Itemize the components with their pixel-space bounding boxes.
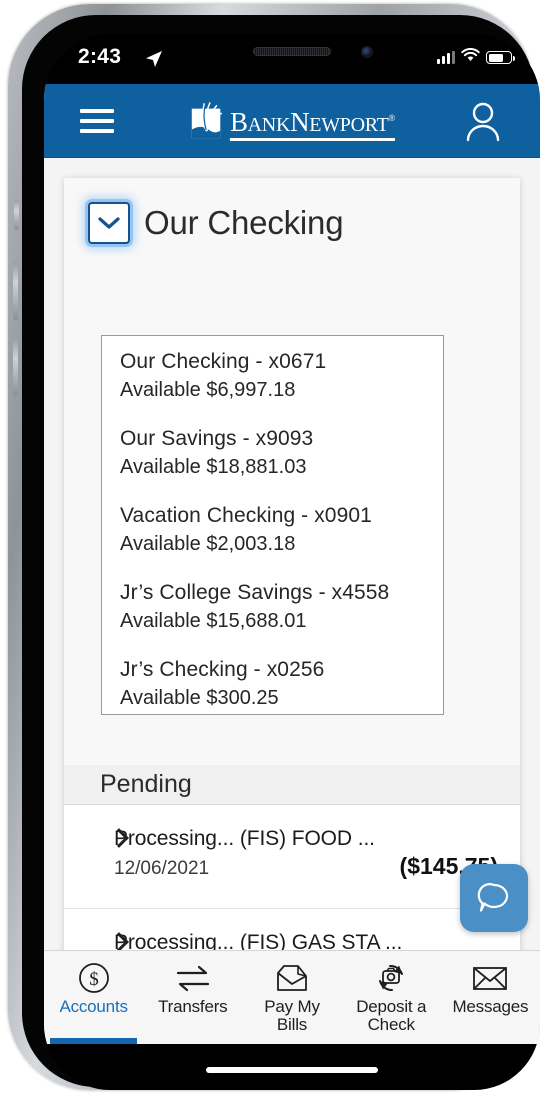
list-item[interactable]: Jr’s Checking - x0256 Available $300.25 [120,658,443,710]
account-dropdown-list[interactable]: Our Checking - x0671 Available $6,997.18… [101,335,444,715]
volume-up-button[interactable] [13,262,18,320]
banknewport-logo: BANKNEWPORT® [189,101,395,141]
account-available: Available $300.25 [120,687,279,709]
envelope-icon [471,960,509,996]
tab-pay-my-bills[interactable]: Pay My Bills [242,951,341,1044]
user-profile-icon[interactable] [460,98,506,144]
logo-word: BANKNEWPORT® [229,106,396,137]
dollar-circle-icon: $ [77,960,111,996]
list-item[interactable]: Our Savings - x9093 Available $18,881.03 [120,427,443,479]
status-time: 2:43 [78,45,122,68]
logo-wordmark: BANKNEWPORT® [229,106,396,141]
home-indicator[interactable] [206,1067,378,1073]
svg-text:$: $ [89,969,99,990]
account-available: Available $2,003.18 [120,533,296,555]
envelope-check-icon [274,960,310,996]
bottom-tab-bar: $ Accounts Transfers Pay My Bills Deposi… [44,950,540,1044]
tab-messages[interactable]: Messages [441,951,540,1044]
volume-down-button[interactable] [13,338,18,396]
earpiece-speaker-icon [253,47,331,56]
account-name: Jr’s Checking - x0256 [120,658,325,681]
tab-label: Accounts [59,997,128,1016]
tab-label: Transfers [158,997,228,1016]
hamburger-menu-icon[interactable] [80,108,114,133]
tab-accounts[interactable]: $ Accounts [44,951,143,1044]
phone-frame: 2:43 BANKNEWPORT® Our Checking Pending P… [8,4,540,1090]
screenshot-stage: 2:43 BANKNEWPORT® Our Checking Pending P… [0,0,540,1094]
account-name: Vacation Checking - x0901 [120,504,372,527]
cellular-bars-icon [437,51,455,64]
marsh-grass-logo-icon [191,101,222,138]
camera-refresh-icon [373,960,409,996]
list-item[interactable]: Jr’s College Savings - x4558 Available $… [120,581,443,633]
account-name: Jr’s College Savings - x4558 [120,581,390,604]
list-item[interactable]: Vacation Checking - x0901 Available $2,0… [120,504,443,556]
tab-deposit-a-check[interactable]: Deposit a Check [342,951,441,1044]
account-dropdown-toggle[interactable] [88,202,130,244]
phone-bezel: 2:43 BANKNEWPORT® Our Checking Pending P… [22,15,540,1090]
wifi-icon [461,48,480,67]
pending-label: Pending [100,770,192,798]
account-available: Available $6,997.18 [120,379,296,401]
table-row[interactable]: Processing... (FIS) FOOD ... 12/06/2021 … [64,805,520,909]
account-available: Available $18,881.03 [120,456,307,478]
location-arrow-icon [144,49,164,74]
status-indicators [437,48,515,67]
notch [185,34,399,74]
transfer-arrows-icon [174,960,212,996]
dropdown-options: Our Checking - x0671 Available $6,997.18… [102,336,443,710]
front-camera-icon [361,46,373,58]
pending-section-header: Pending [64,765,520,805]
logo-underline [229,137,396,141]
page-title: Our Checking [144,204,344,241]
tab-label: Deposit a Check [356,997,427,1035]
account-name: Our Checking - x0671 [120,350,327,373]
chat-bubble-icon[interactable] [460,864,528,932]
app-header: BANKNEWPORT® [44,84,540,158]
account-available: Available $15,688.01 [120,610,307,632]
phone-screen: 2:43 BANKNEWPORT® Our Checking Pending P… [44,34,540,1090]
tab-label: Pay My Bills [264,997,320,1035]
transaction-description: Processing... (FIS) FOOD ... [114,827,375,850]
bank-app: BANKNEWPORT® Our Checking Pending Proces… [44,84,540,1044]
tab-label: Messages [452,997,529,1016]
account-name: Our Savings - x9093 [120,427,314,450]
list-item[interactable]: Our Checking - x0671 Available $6,997.18 [120,350,443,402]
chevron-down-icon [98,217,120,229]
battery-icon [486,51,515,64]
account-header: Our Checking [64,178,520,244]
mute-switch[interactable] [14,200,19,230]
tab-transfers[interactable]: Transfers [143,951,242,1044]
